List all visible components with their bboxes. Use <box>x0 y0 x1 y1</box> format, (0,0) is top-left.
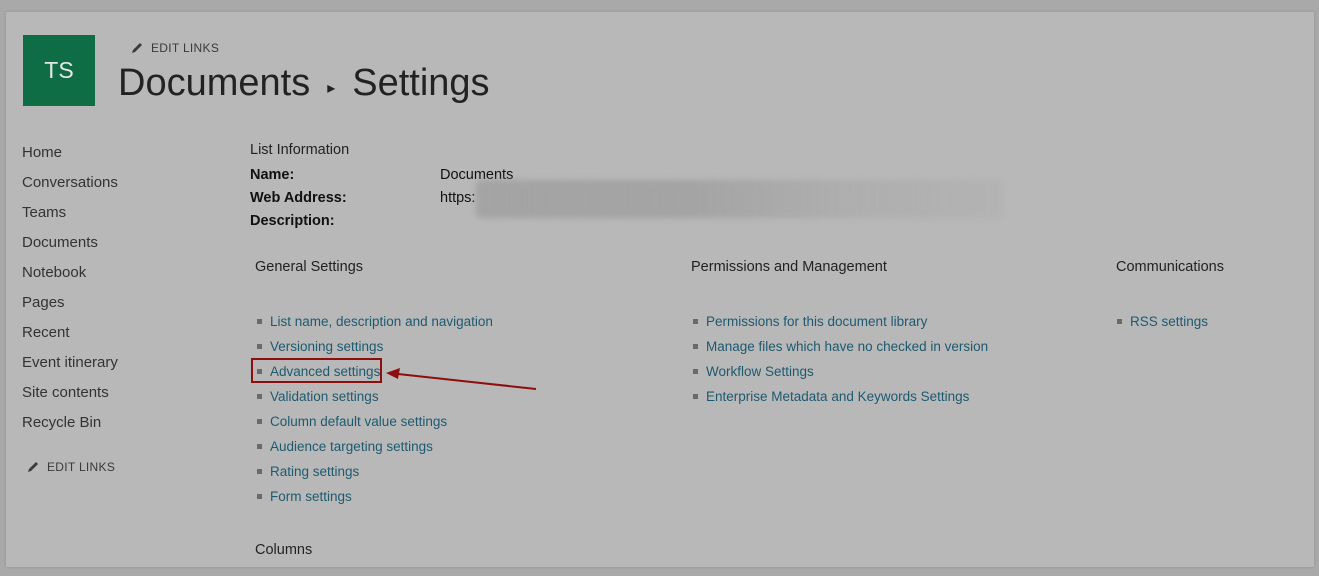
description-label: Description: <box>250 213 335 229</box>
bullet-icon <box>257 469 262 474</box>
columns-heading: Columns <box>255 542 313 558</box>
link-label: Versioning settings <box>270 338 384 354</box>
pencil-icon <box>28 462 38 472</box>
link-label: Enterprise Metadata and Keywords Setting… <box>706 388 970 404</box>
communications-links: RSS settings <box>1117 309 1208 334</box>
nav-item-event-itinerary[interactable]: Event itinerary <box>22 353 118 383</box>
link-rating-settings[interactable]: Rating settings <box>257 459 493 484</box>
link-label: Manage files which have no checked in ve… <box>706 338 989 354</box>
nav-item-documents[interactable]: Documents <box>22 233 118 263</box>
site-logo-initials: TS <box>44 57 74 83</box>
edit-links-top[interactable]: EDIT LINKS <box>130 41 219 55</box>
permissions-management-heading: Permissions and Management <box>691 259 887 275</box>
link-enterprise-metadata-keywords[interactable]: Enterprise Metadata and Keywords Setting… <box>693 384 988 409</box>
link-label: RSS settings <box>1130 313 1209 329</box>
link-list-name-description-navigation[interactable]: List name, description and navigation <box>257 309 493 334</box>
nav-item-teams[interactable]: Teams <box>22 203 118 233</box>
nav-item-notebook[interactable]: Notebook <box>22 263 118 293</box>
pencil-icon <box>132 43 142 53</box>
breadcrumb-settings: Settings <box>352 62 490 104</box>
general-settings-links: List name, description and navigation Ve… <box>257 309 493 509</box>
web-address-label: Web Address: <box>250 190 347 206</box>
link-label: Form settings <box>270 488 352 504</box>
edit-links-left[interactable]: EDIT LINKS <box>26 460 115 474</box>
link-permissions-document-library[interactable]: Permissions for this document library <box>693 309 988 334</box>
bullet-icon <box>257 319 262 324</box>
bullet-icon <box>257 494 262 499</box>
edit-links-label: EDIT LINKS <box>47 460 116 474</box>
link-manage-unchecked-files[interactable]: Manage files which have no checked in ve… <box>693 334 988 359</box>
link-label: Rating settings <box>270 463 360 479</box>
link-column-default-value-settings[interactable]: Column default value settings <box>257 409 493 434</box>
list-information-heading: List Information <box>250 142 350 158</box>
bullet-icon <box>257 394 262 399</box>
nav-item-home[interactable]: Home <box>22 143 118 173</box>
edit-links-label: EDIT LINKS <box>151 41 220 55</box>
info-row-description: Description: <box>250 213 440 229</box>
link-label: Validation settings <box>270 388 379 404</box>
advanced-settings-highlight-box <box>251 358 382 383</box>
annotation-arrow-icon <box>386 368 537 390</box>
bullet-icon <box>693 319 698 324</box>
link-versioning-settings[interactable]: Versioning settings <box>257 334 493 359</box>
permissions-management-links: Permissions for this document library Ma… <box>693 309 988 409</box>
info-row-name: Name: Documents <box>250 167 513 183</box>
link-label: Permissions for this document library <box>706 313 928 329</box>
general-settings-heading: General Settings <box>255 259 364 275</box>
link-rss-settings[interactable]: RSS settings <box>1117 309 1208 334</box>
nav-item-recycle-bin[interactable]: Recycle Bin <box>22 413 118 443</box>
link-form-settings[interactable]: Form settings <box>257 484 493 509</box>
nav-item-conversations[interactable]: Conversations <box>22 173 118 203</box>
site-logo[interactable]: TS <box>23 35 95 106</box>
bullet-icon <box>257 419 262 424</box>
name-label: Name: <box>250 167 295 183</box>
breadcrumb-documents[interactable]: Documents <box>118 62 310 105</box>
nav-item-site-contents[interactable]: Site contents <box>22 383 118 413</box>
nav-item-recent[interactable]: Recent <box>22 323 118 353</box>
left-navigation: Home Conversations Teams Documents Noteb… <box>22 143 118 443</box>
link-label: List name, description and navigation <box>270 313 493 329</box>
breadcrumb-separator-icon: ▸ <box>327 79 336 97</box>
bullet-icon <box>1117 319 1122 324</box>
link-label: Column default value settings <box>270 413 448 429</box>
bullet-icon <box>693 394 698 399</box>
info-row-web-address: Web Address: https: <box>250 190 475 206</box>
breadcrumb: Documents ▸ Settings <box>118 62 490 105</box>
nav-item-pages[interactable]: Pages <box>22 293 118 323</box>
link-workflow-settings[interactable]: Workflow Settings <box>693 359 988 384</box>
link-audience-targeting-settings[interactable]: Audience targeting settings <box>257 434 493 459</box>
web-address-value: https: <box>440 190 476 206</box>
redacted-url-blur <box>476 180 1003 218</box>
bullet-icon <box>257 444 262 449</box>
link-label: Workflow Settings <box>706 363 814 379</box>
communications-heading: Communications <box>1116 259 1224 275</box>
link-label: Audience targeting settings <box>270 438 433 454</box>
bullet-icon <box>693 369 698 374</box>
bullet-icon <box>693 344 698 349</box>
bullet-icon <box>257 344 262 349</box>
